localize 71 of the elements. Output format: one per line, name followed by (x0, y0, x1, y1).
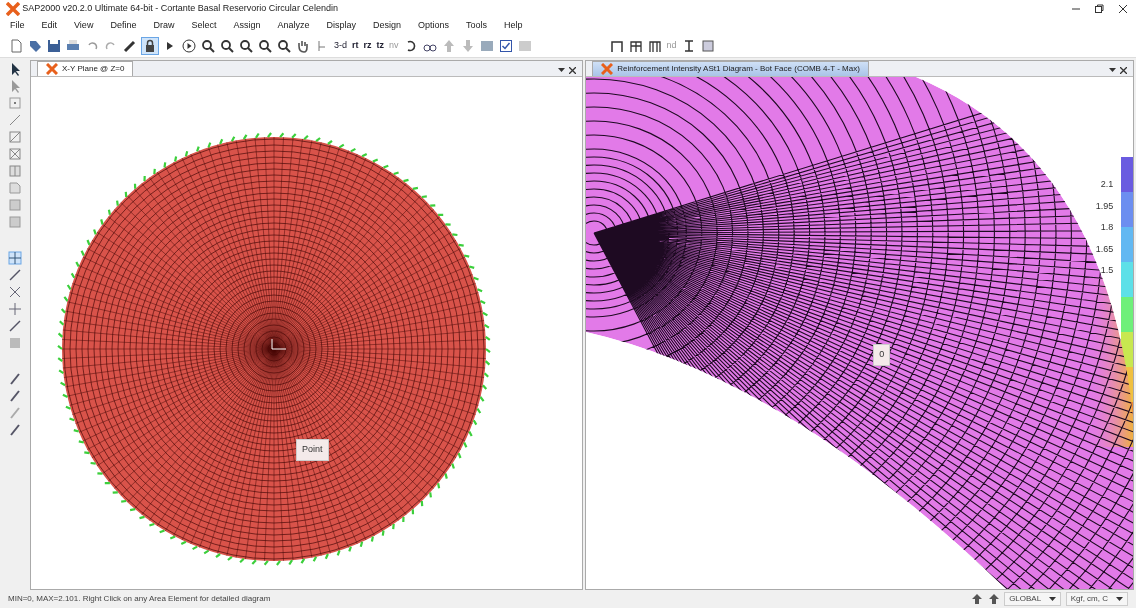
dropdown-icon[interactable] (1108, 68, 1116, 73)
close-icon[interactable] (1120, 67, 1128, 74)
lock-icon[interactable] (143, 38, 157, 53)
menu-item[interactable]: Select (189, 18, 219, 33)
restore-icon[interactable] (1094, 3, 1105, 14)
app-logo-icon (601, 63, 614, 76)
frame-icon[interactable] (628, 38, 643, 53)
menu-item[interactable]: Design (371, 18, 403, 33)
menu-item[interactable]: Draw (151, 18, 177, 33)
menu-item[interactable]: Assign (231, 18, 263, 33)
tooltip: 0 (873, 344, 891, 366)
legend-value: 1.95 (1094, 199, 1114, 213)
menu-item[interactable]: Help (502, 18, 525, 33)
menu-item[interactable]: Display (324, 18, 358, 33)
frame-icon[interactable] (647, 38, 662, 53)
line-icon[interactable] (8, 113, 22, 127)
diagonal-icon[interactable] (8, 423, 22, 437)
legend-value: 2.1 (1099, 178, 1114, 192)
legend-value: 1.5 (1099, 264, 1114, 278)
diagonal-icon[interactable] (8, 389, 22, 403)
view-button[interactable]: rz (362, 36, 373, 55)
cross-icon[interactable] (8, 285, 22, 299)
menu-item[interactable]: Tools (464, 18, 490, 33)
3d-view-button[interactable]: 3-d (333, 36, 348, 55)
menu-item[interactable]: Edit (39, 18, 60, 33)
axis-icon (271, 338, 287, 350)
view-tab[interactable]: X-Y Plane @ Z=0 (37, 61, 134, 77)
tag-icon[interactable] (28, 38, 42, 53)
up-arrow-icon[interactable] (987, 593, 1000, 605)
menu-item[interactable]: Define (108, 18, 139, 33)
app-logo-icon (46, 63, 58, 76)
rectangle-icon[interactable] (8, 147, 22, 161)
checkbox-icon[interactable] (498, 38, 513, 53)
close-icon[interactable] (569, 67, 576, 74)
view-tab[interactable]: Reinforcement Intensity ASt1 Diagram - Bot Face (COMB 4-T - Max) (592, 61, 869, 77)
menu-item[interactable]: Analyze (275, 18, 312, 33)
coordinate-system-dropdown[interactable]: GLOBAL (1004, 592, 1062, 606)
caret-icon (1116, 596, 1123, 602)
menu-item[interactable]: Options (416, 18, 452, 33)
square-icon[interactable] (700, 38, 715, 53)
hand-icon[interactable] (296, 38, 310, 53)
units-dropdown[interactable]: Kgf, cm, C (1065, 592, 1128, 606)
caret-icon (1049, 596, 1057, 602)
diagonal-icon[interactable] (8, 319, 22, 333)
window-title: SAP2000 v20.2.0 Ultimate 64-bit - Cortante Basal Reservorio Circular Celendin (22, 1, 338, 15)
view-button[interactable]: tz (375, 36, 386, 55)
zoom-icon[interactable] (258, 38, 272, 53)
zoom-icon[interactable] (277, 38, 291, 53)
rectangle-icon[interactable] (8, 130, 22, 144)
dropdown-icon[interactable] (557, 68, 565, 73)
print-icon[interactable] (66, 38, 80, 53)
view-button[interactable]: rt (351, 36, 360, 55)
pencil-icon[interactable] (123, 38, 137, 53)
close-icon[interactable] (1117, 3, 1128, 14)
up-arrow-icon[interactable] (971, 593, 984, 605)
legend-value: 1.8 (1099, 221, 1114, 235)
status-message: MIN=0, MAX=2.101. Right Click on any Area Element for detailed diagram (8, 593, 271, 605)
save-icon[interactable] (47, 38, 61, 53)
app-logo-icon (6, 1, 20, 16)
new-file-icon[interactable] (9, 38, 23, 53)
menu-item[interactable]: View (72, 18, 96, 33)
frame-icon[interactable] (609, 38, 624, 53)
menu-item[interactable]: File (8, 18, 27, 33)
zoom-icon[interactable] (220, 38, 234, 53)
diagonal-icon[interactable] (8, 372, 22, 386)
zoom-icon[interactable] (239, 38, 253, 53)
legend-value: 1.65 (1094, 242, 1114, 256)
zoom-icon[interactable] (201, 38, 215, 53)
tooltip: Point (296, 439, 329, 461)
run-icon[interactable] (182, 38, 196, 53)
diagonal-icon[interactable] (8, 268, 22, 282)
